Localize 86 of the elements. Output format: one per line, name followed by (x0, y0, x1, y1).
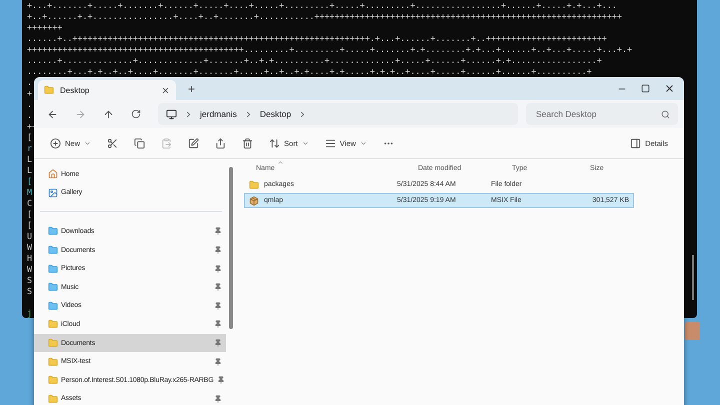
folder-icon (249, 180, 259, 190)
address-bar[interactable]: jerdmanis Desktop (158, 103, 518, 125)
chevron-icon (184, 110, 193, 118)
terminal-line: +...+.......+.....+.......+......+.....+....+.....+.........+.....+.........+.................+......+.....+.+...+... (27, 0, 617, 11)
terminal-line: ........+...+.+..+..+....+.......+.......+.....+..+..+.+....+.+.....+.+.+..+....+.....+......+......+..........+ (27, 66, 592, 77)
pin-icon[interactable] (214, 283, 222, 292)
breadcrumb-item[interactable]: jerdmanis (200, 109, 237, 119)
pin-icon[interactable] (216, 376, 225, 384)
cut-icon (107, 138, 118, 148)
terminal-line: . (27, 99, 32, 110)
caret-icon (360, 140, 367, 146)
pin-icon[interactable] (214, 246, 222, 254)
forward-icon (74, 108, 86, 120)
terminal-line: [ (27, 220, 32, 231)
pin-icon[interactable] (214, 320, 222, 328)
caret-icon (84, 140, 92, 146)
folder-icon (48, 394, 58, 404)
gallery-icon (48, 188, 58, 198)
terminal-line: ......+..............+.............+.......+..+.+..........+.............+.....+......+......+.+.................+ (27, 55, 602, 66)
pin-icon[interactable] (214, 302, 222, 310)
terminal-line: U (27, 231, 32, 242)
terminal-line: +++++++++++++++++++++++++++++++++++++++++++.........+.........+.....+.......+.+........+.+...+......+..+...+.....+...+.+ (27, 44, 632, 55)
terminal-line: [ (27, 132, 32, 143)
terminal-line: . (27, 110, 32, 121)
sort-indicator-icon (277, 159, 284, 166)
paste-icon (161, 138, 172, 148)
copy-icon (134, 138, 146, 148)
tab[interactable]: Desktop (38, 80, 176, 100)
terminal-line: + (27, 88, 32, 99)
folder-icon (48, 300, 58, 311)
search-input[interactable]: Search Desktop (534, 108, 661, 120)
caret-icon (302, 140, 309, 146)
package-icon (249, 196, 259, 206)
refresh-icon (131, 109, 141, 119)
folder-icon (48, 245, 58, 256)
pin-icon[interactable] (214, 227, 222, 236)
terminal-line: ......+..+++++++++++++++++++++++++++++++++++++++++++++++++++++++++++.+...+......+.......+..++++++++++++++++++++++++ (27, 33, 607, 44)
details-pane-icon (630, 138, 642, 148)
pin-icon[interactable] (214, 339, 222, 348)
terminal-line: . (27, 77, 32, 88)
terminal-prompt: j (27, 308, 32, 319)
terminal-line: r (27, 143, 32, 154)
terminal-line: W (27, 242, 32, 253)
scrollbar[interactable] (692, 255, 694, 300)
share-icon (215, 138, 226, 148)
search-icon (661, 110, 670, 118)
view-icon (324, 138, 336, 148)
terminal-line: L (27, 165, 32, 176)
folder-icon (48, 264, 58, 274)
terminal-line: S (27, 286, 32, 297)
search-field[interactable]: Search Desktop (526, 103, 678, 125)
monitor-icon (166, 108, 177, 120)
home-icon (48, 169, 58, 180)
delete-icon (242, 138, 254, 148)
folder-icon (48, 226, 58, 236)
folder-icon (48, 375, 58, 386)
folder-icon (48, 338, 58, 348)
terminal-line: [ (27, 209, 32, 220)
folder-icon (48, 356, 58, 367)
sort-icon (269, 138, 280, 148)
close-icon (664, 83, 675, 94)
terminal-line: L (27, 154, 32, 165)
close-icon (161, 86, 170, 94)
scrollbar[interactable] (229, 167, 233, 329)
up-icon (102, 108, 114, 120)
terminal-line: W (27, 264, 32, 275)
new-icon (50, 138, 61, 148)
tab-label: Desktop (60, 86, 90, 94)
pin-icon[interactable] (214, 394, 222, 403)
terminal-line: H (27, 253, 32, 264)
terminal-line: M (27, 187, 32, 198)
folder-icon (44, 85, 54, 95)
pin-icon[interactable] (214, 264, 222, 273)
terminal-line: S (27, 275, 32, 286)
breadcrumb-item[interactable]: Desktop (260, 109, 292, 119)
folder-icon (48, 319, 58, 330)
folder-icon (48, 282, 58, 292)
new-tab-button[interactable]: + (184, 80, 200, 100)
terminal-line: [ (27, 176, 32, 187)
rename-icon (188, 138, 200, 148)
terminal-line: C (27, 198, 32, 209)
terminal-line: +++++++ (27, 22, 62, 33)
pin-icon[interactable] (214, 358, 222, 366)
maximize-icon (641, 84, 650, 93)
back-icon (46, 108, 58, 120)
terminal-line: +..+......+.+................+....+..+.......+...........+++++++++++++++++++++++++++++++++++++++++++++++++++++++++++++ (27, 11, 622, 22)
